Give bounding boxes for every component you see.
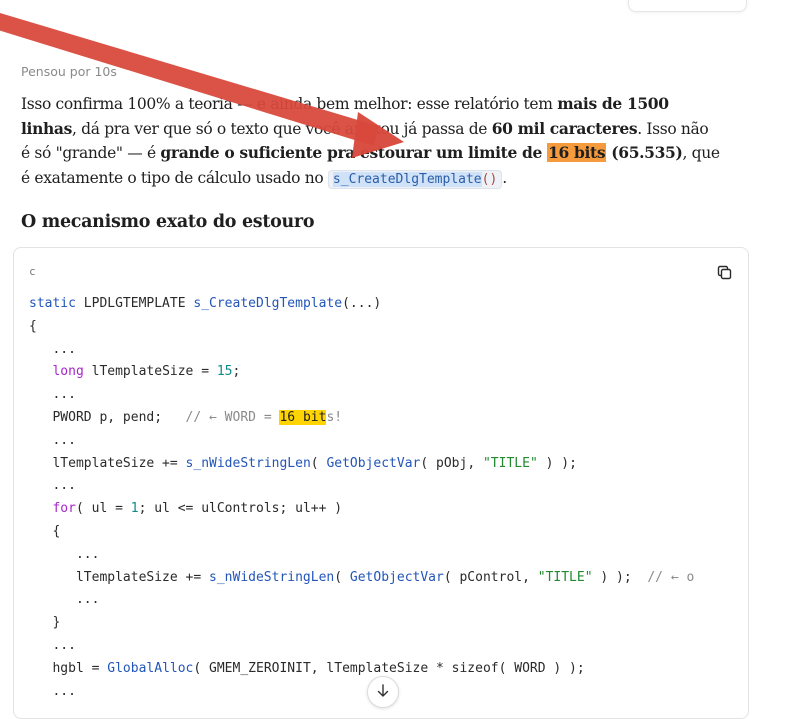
highlighted-text: 16 bits [547,143,607,162]
code-text: } [29,615,61,631]
code-text: hgbl = [29,660,108,676]
bold-text: 60 mil caracteres [491,118,638,138]
code-text: ... [29,432,76,448]
code-text: ( pControl, [443,569,538,585]
code-text: ; [232,364,241,380]
top-card [628,0,747,12]
code-text: ) ); [592,569,648,585]
paragraph-text: Isso confirma 100% a teoria — e ainda be… [21,95,558,113]
code-function: GlobalAlloc [107,660,194,676]
bold-text: grande o suficiente pra estourar um limi… [160,143,683,162]
code-text: lTemplateSize = [83,364,217,380]
code-text: ... [29,546,100,562]
thought-duration-label[interactable]: Pensou por 10s [21,64,117,79]
code-number: 15 [216,364,233,380]
code-string: "TITLE" [537,569,593,585]
arrow-down-icon [377,684,389,697]
code-language-label: c [29,265,36,278]
response-paragraph: Isso confirma 100% a teoria — e ainda be… [21,92,721,192]
bold-text-part: (65.535) [606,143,683,162]
code-text: ( pObj, [420,455,483,471]
code-comment: // ← o [647,569,695,585]
copy-icon [717,265,731,279]
code-text: ... [29,683,76,699]
code-keyword: static [29,296,76,311]
code-comment: s! [326,409,343,425]
inline-code: s_CreateDlgTemplate() [327,169,503,189]
code-text: ... [29,387,76,403]
code-block: c static LPDLGTEMPLATE s_CreateDlgTempla… [13,247,749,719]
code-text: { [29,523,61,539]
code-number: 1 [130,501,139,517]
code-keyword: long [52,364,84,380]
section-heading: O mecanismo exato do estouro [21,212,315,232]
code-function: GetObjectVar [326,455,421,471]
code-text: ... [29,592,100,608]
code-text: PWORD p, pend; [29,409,186,425]
code-text: ... [29,341,76,357]
code-content[interactable]: static LPDLGTEMPLATE s_CreateDlgTemplate… [29,293,694,703]
code-comment: // ← WORD = [185,409,280,425]
code-function: GetObjectVar [349,569,444,585]
highlighted-code: 16 bit [279,409,327,425]
code-text: ... [29,478,76,494]
bold-text-part: grande o suficiente pra estourar um limi… [160,143,548,162]
code-function: s_nWideStringLen [209,569,335,585]
code-text: lTemplateSize += [29,569,210,585]
code-text: ; ul <= ulControls; ul++ ) [138,501,343,517]
scroll-to-bottom-button[interactable] [367,676,399,708]
code-function: s_CreateDlgTemplate [193,296,343,311]
paragraph-text: , dá pra ver que só o texto que você ane… [72,119,492,138]
code-text: (...) [342,296,382,311]
code-text: ( [310,455,327,471]
code-text: { [29,318,37,334]
paragraph-text: . [502,168,507,187]
code-text: lTemplateSize += [29,455,186,471]
code-keyword: for [52,501,76,517]
code-function: s_nWideStringLen [185,455,311,471]
inline-code-function: s_CreateDlgTemplate [332,171,482,187]
code-string: "TITLE" [482,455,538,471]
code-text: ... [29,637,76,653]
code-text: ( GMEM_ZEROINIT, lTemplateSize * sizeof(… [193,660,585,676]
code-text: ( [334,569,350,585]
code-text: ) ); [537,455,577,471]
copy-code-button[interactable] [714,262,734,282]
code-text: ( ul = [75,501,131,517]
inline-code-parens: () [481,171,498,187]
code-text: LPDLGTEMPLATE [75,296,194,311]
